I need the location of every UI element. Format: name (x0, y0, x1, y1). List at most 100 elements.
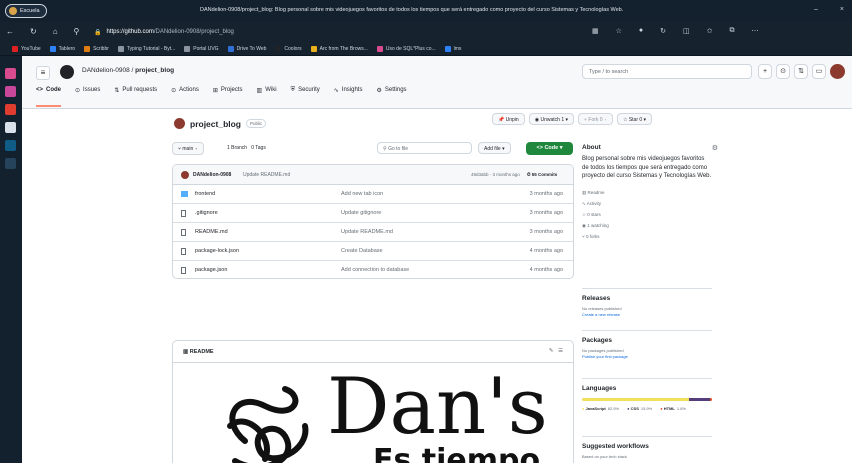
address-bar[interactable]: 🔒 https://github.com/DANdelion-0908/proje… (94, 26, 594, 38)
bookmark-item[interactable]: Tablero (49, 45, 75, 52)
about-item[interactable]: ☆ 0 stars (582, 209, 712, 220)
gear-icon[interactable]: ⚙ (712, 144, 718, 152)
file-commit-message[interactable]: Add connection to database (341, 267, 409, 273)
hamburger-icon[interactable]: ≡ (36, 66, 50, 80)
tab-insights[interactable]: ∿ Insights (334, 87, 363, 107)
bookmark-item[interactable]: Coolors (275, 45, 302, 52)
repo-name[interactable]: project_blog (190, 119, 241, 129)
bookmark-item[interactable]: YouTube (12, 45, 41, 52)
bookmark-item[interactable]: Uso de SQL*Plus co... (376, 45, 436, 52)
tags-link[interactable]: 0 Tags (251, 145, 266, 151)
close-icon[interactable]: × (840, 6, 844, 13)
tab-actions[interactable]: ⊙ Actions (171, 87, 199, 107)
about-item[interactable]: ∿ Activity (582, 198, 712, 209)
releases-title[interactable]: Releases (582, 295, 712, 302)
repo-link[interactable]: project_blog (135, 67, 174, 74)
bookmark-label: Portal UVG (193, 45, 219, 52)
back-icon[interactable]: ← (6, 27, 14, 36)
unpin-button[interactable]: 📌 Unpin (492, 113, 525, 125)
collections-icon[interactable]: ⧉ (730, 27, 735, 35)
extension-icon[interactable]: ● (639, 27, 643, 35)
file-commit-message[interactable]: Create Database (341, 248, 383, 254)
sidebar-tab-icon[interactable] (5, 140, 16, 151)
readme-logo (227, 386, 309, 463)
tab-pull-requests[interactable]: ⇅ Pull requests (114, 87, 157, 107)
language-item[interactable]: ● JavaScript 82.5% (582, 405, 619, 412)
sidebar-tab-icon[interactable] (5, 86, 16, 97)
file-name[interactable]: package-lock.json (195, 248, 239, 254)
branch-selector[interactable]: ⑂ main ▾ (172, 142, 204, 155)
bookmark-item[interactable]: Drive To Web (227, 45, 266, 52)
file-commit-message[interactable]: Update gitignore (341, 210, 381, 216)
owner-link[interactable]: DANdelion-0908 (82, 67, 130, 74)
language-item[interactable]: ● CSS 15.9% (627, 405, 652, 412)
file-commit-message[interactable]: Add new tab icon (341, 191, 383, 197)
tab-issues[interactable]: ⊙ Issues (75, 87, 100, 107)
file-row[interactable]: frontend Add new tab icon 3 months ago (173, 185, 573, 204)
tab-projects[interactable]: ⊞ Projects (213, 87, 243, 107)
file-row[interactable]: README.md Update README.md 3 months ago (173, 223, 573, 242)
commit-author[interactable]: DANdelion-0908 (193, 172, 231, 178)
search-icon[interactable]: ⚲ (74, 27, 80, 36)
refresh-icon-2[interactable]: ↻ (660, 27, 666, 35)
bookmark-icon (444, 45, 451, 52)
code-button[interactable]: <> Code ▾ (526, 142, 573, 155)
bookmark-item[interactable]: Portal UVG (184, 45, 219, 52)
home-icon[interactable]: ⌂ (53, 27, 58, 36)
star-button[interactable]: ☆ Star 0 ▾ (616, 113, 653, 125)
github-logo-icon[interactable] (60, 65, 74, 79)
tab-wiki[interactable]: ▥ Wiki (257, 87, 277, 107)
file-name[interactable]: package.json (195, 267, 227, 273)
about-item[interactable]: ▥ Readme (582, 187, 712, 198)
sidebar-tab-icon[interactable] (5, 104, 16, 115)
tab-code[interactable]: <> Code (36, 87, 62, 107)
favorites-icon[interactable]: ✩ (707, 27, 713, 35)
sidebar-tab-icon[interactable] (5, 122, 16, 133)
unwatch-button[interactable]: ◉ Unwatch 1 ▾ (528, 113, 574, 125)
reader-icon[interactable]: ▦ (592, 27, 599, 35)
add-file-button[interactable]: Add file ▾ (478, 142, 511, 154)
commit-message[interactable]: Update README.md (243, 172, 290, 178)
create-release-link[interactable]: Create a new release (582, 312, 712, 317)
inbox-icon[interactable]: ▭ (812, 64, 826, 79)
publish-package-link[interactable]: Publish your first package (582, 354, 712, 359)
url-domain: https://github.com (106, 29, 154, 35)
minimize-icon[interactable]: – (814, 6, 818, 13)
languages-title: Languages (582, 385, 617, 392)
search-input[interactable]: Type / to search (582, 64, 752, 79)
about-item[interactable]: ◉ 1 watching (582, 220, 712, 231)
language-item[interactable]: ● HTML 1.6% (660, 405, 686, 412)
bookmark-item[interactable]: lms (444, 45, 462, 52)
file-row[interactable]: package-lock.json Create Database 4 months… (173, 242, 573, 261)
tab-security[interactable]: ⛨ Security (291, 87, 320, 107)
menu-icon[interactable]: ⋯ (752, 27, 759, 35)
bookmark-item[interactable]: Typing Tutorial - Byt... (117, 45, 175, 52)
refresh-icon[interactable]: ↻ (30, 27, 37, 36)
about-item[interactable]: ⑂ 0 forks (582, 231, 712, 242)
file-name[interactable]: README.md (195, 229, 228, 235)
file-name[interactable]: frontend (195, 191, 215, 197)
packages-title[interactable]: Packages (582, 337, 712, 344)
sidebar-tab-icon[interactable] (5, 158, 16, 169)
profile-button[interactable]: Escuela (5, 4, 47, 18)
file-commit-message[interactable]: Update README.md (341, 229, 393, 235)
user-avatar[interactable] (830, 64, 845, 79)
file-row[interactable]: package.json Add connection to database 4 … (173, 261, 573, 278)
fork-button[interactable]: ⑂ Fork 0 ▾ (578, 113, 613, 125)
edit-icon[interactable]: ✎ ☰ (549, 348, 563, 354)
file-row[interactable]: .gitignore Update gitignore 3 months ago (173, 204, 573, 223)
bookmark-item[interactable]: Scribbr (84, 45, 109, 52)
branches-link[interactable]: 1 Branch (227, 145, 247, 151)
favorite-icon[interactable]: ☆ (616, 27, 622, 35)
split-icon[interactable]: ◫ (683, 27, 690, 35)
go-to-file-input[interactable]: ⚲ Go to file (377, 142, 472, 154)
sidebar-tab-icon[interactable] (5, 68, 16, 79)
pull-requests-icon[interactable]: ⇅ (794, 64, 808, 79)
bookmark-item[interactable]: Arc from The Brows... (310, 45, 368, 52)
bookmark-label: lms (453, 45, 462, 52)
plus-icon[interactable]: + (758, 64, 772, 79)
commits-link[interactable]: ⏱ 55 Commits (527, 172, 557, 177)
tab-settings[interactable]: ⚙ Settings (376, 87, 406, 107)
file-name[interactable]: .gitignore (195, 210, 218, 216)
issues-icon[interactable]: ⊙ (776, 64, 790, 79)
